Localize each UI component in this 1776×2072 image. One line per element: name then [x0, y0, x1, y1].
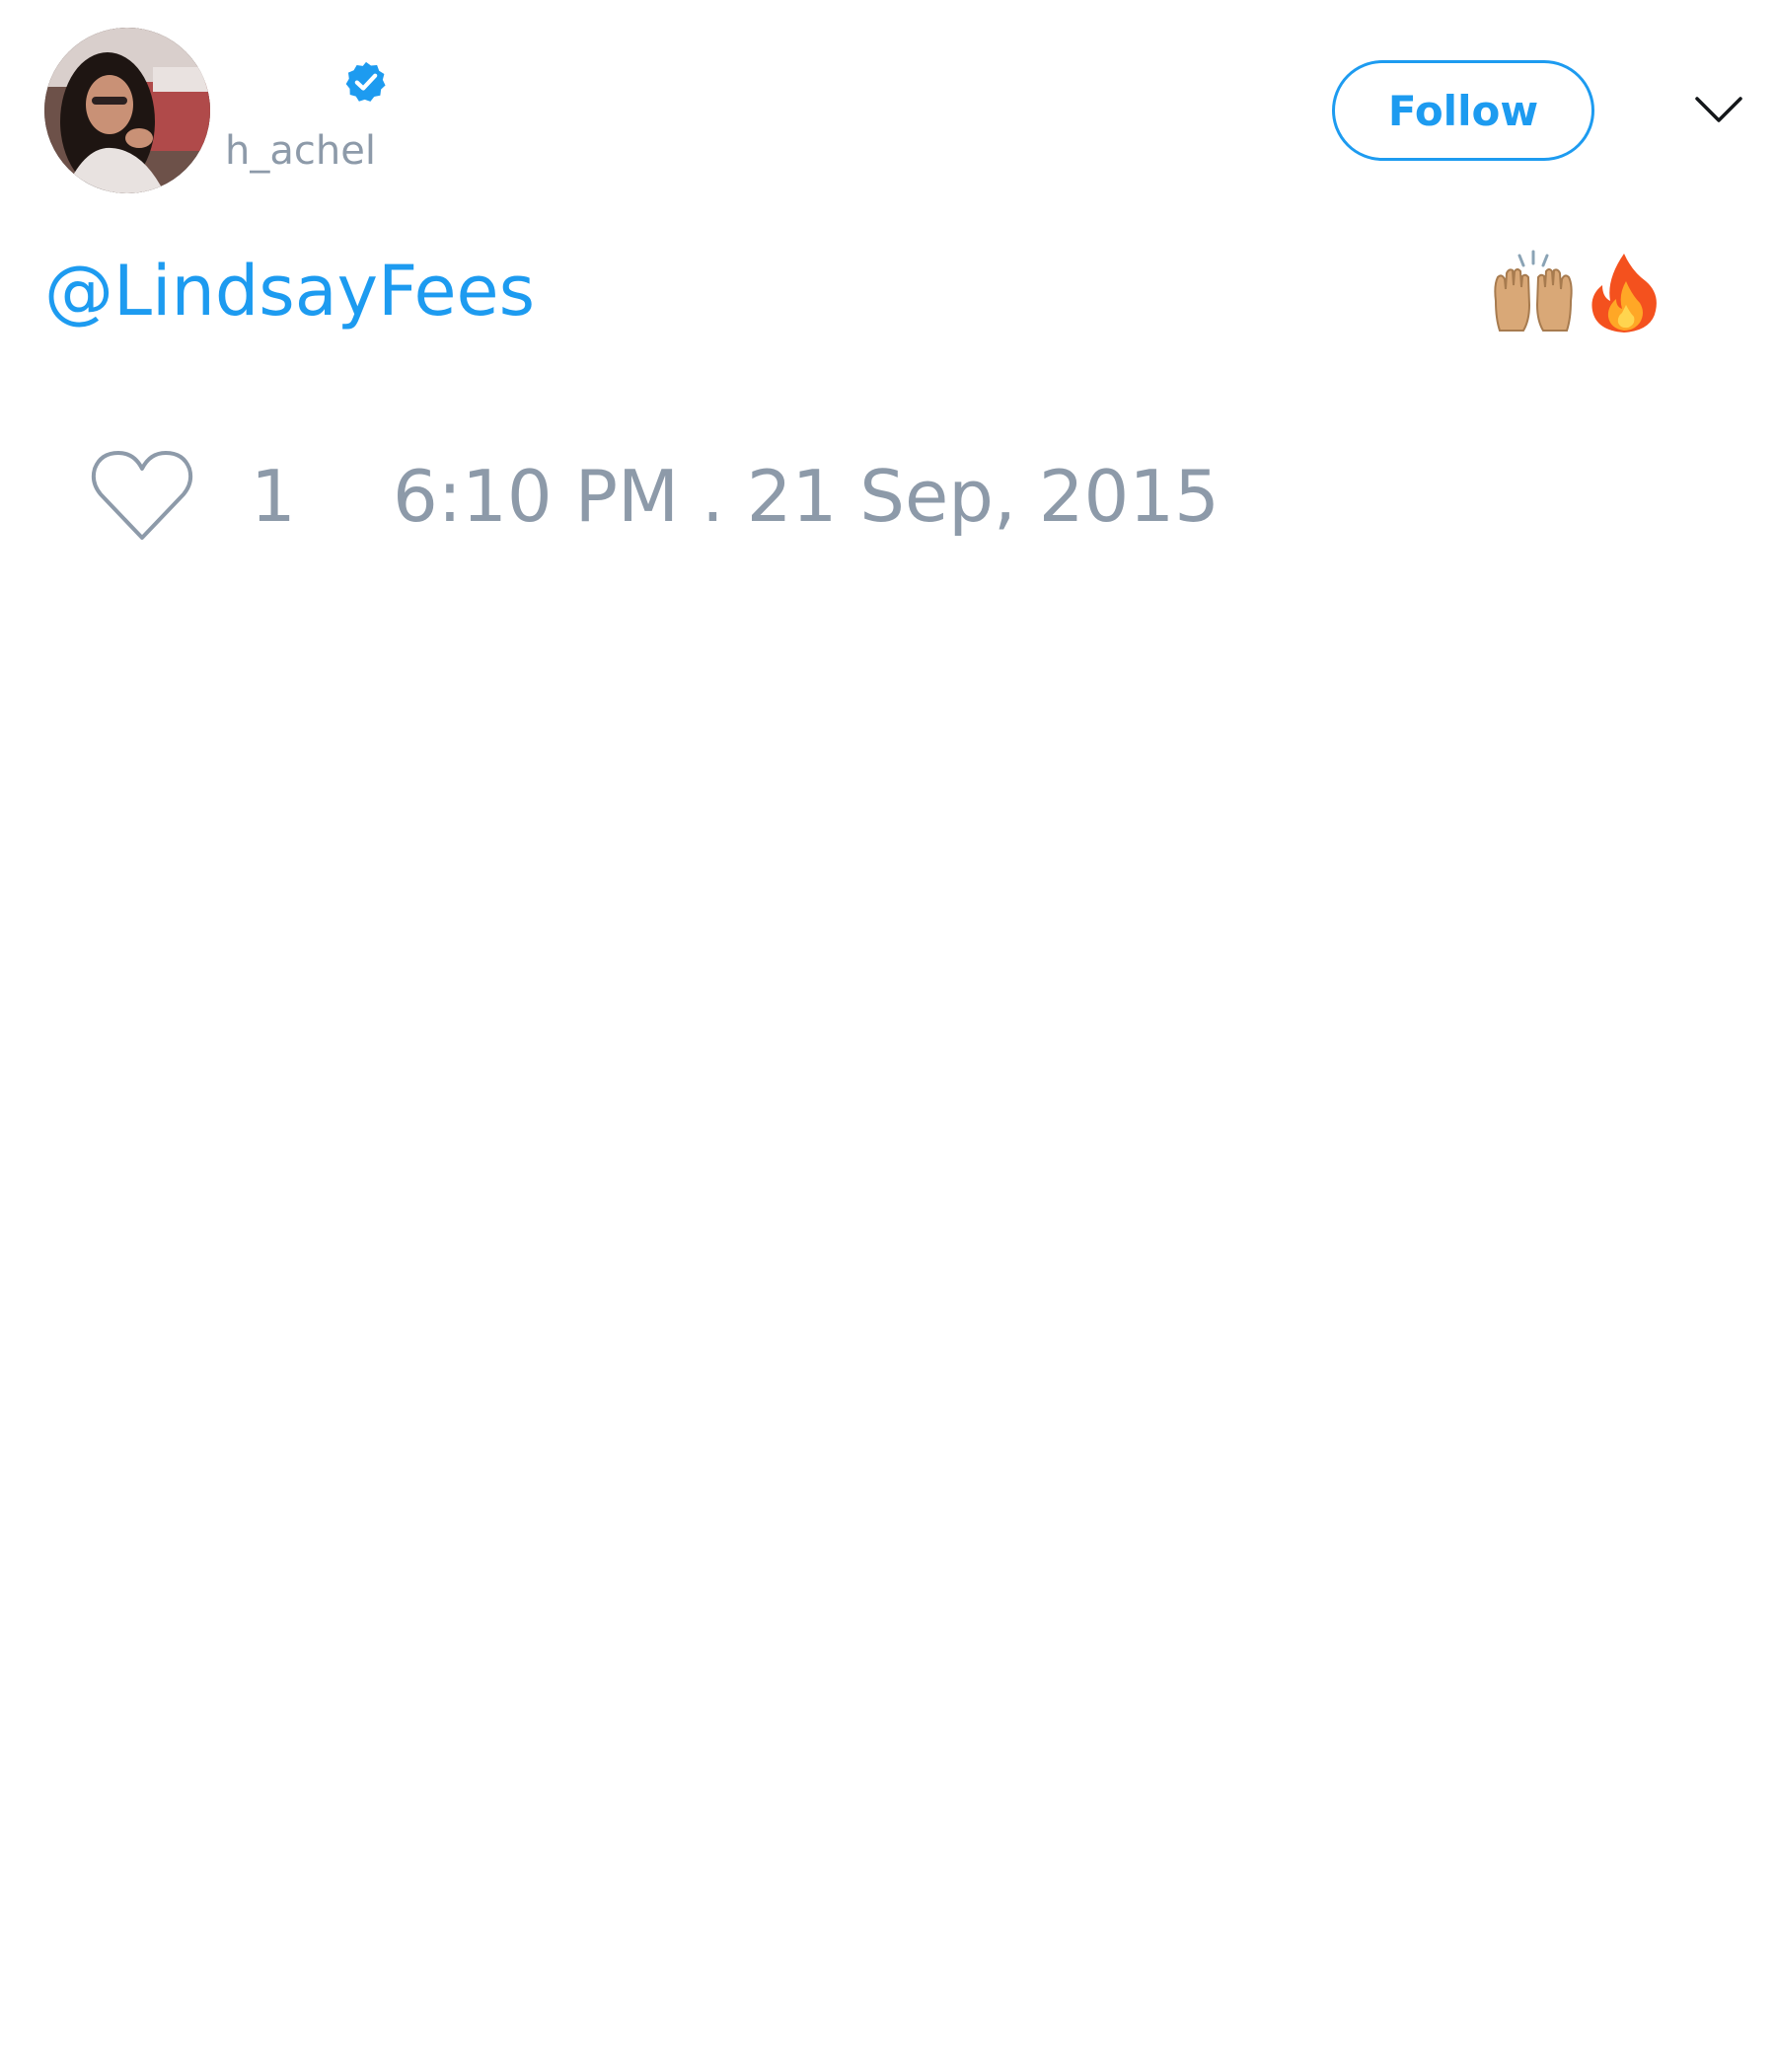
heart-icon[interactable] — [89, 449, 195, 544]
tweet-card: h_achel Follow @LindsayFees 1 6:10 PM . … — [0, 0, 1776, 2072]
tweet-emojis — [1490, 249, 1667, 337]
avatar[interactable] — [44, 28, 210, 193]
tweet-timestamp[interactable]: 6:10 PM . 21 Sep, 2015 — [393, 452, 1220, 541]
fire-emoji — [1581, 250, 1667, 336]
mention-link[interactable]: @LindsayFees — [44, 250, 535, 333]
verified-badge-icon — [343, 59, 389, 105]
author-handle[interactable]: h_achel — [225, 126, 376, 176]
chevron-down-icon[interactable] — [1693, 91, 1744, 130]
raising-hands-emoji — [1490, 250, 1577, 336]
follow-button[interactable]: Follow — [1332, 60, 1594, 161]
like-count: 1 — [251, 455, 296, 538]
